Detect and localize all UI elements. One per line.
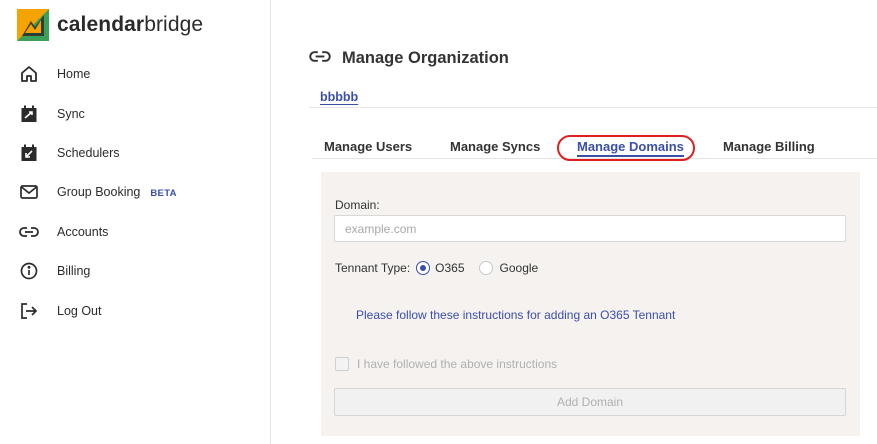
tab-manage-syncs[interactable]: Manage Syncs [450,139,540,154]
sidebar-item-label: Home [57,67,91,81]
sidebar-item-group-booking[interactable]: Group Booking BETA [19,180,176,204]
sidebar-item-home[interactable]: Home [19,62,90,86]
sync-calendar-icon [19,104,39,124]
radio-dot [420,265,427,271]
envelope-icon [19,182,39,202]
link-icon [19,222,39,242]
sidebar-item-accounts[interactable]: Accounts [19,220,108,244]
tab-manage-users[interactable]: Manage Users [324,139,412,154]
confirm-row: I have followed the above instructions [335,357,557,371]
tab-bar: Manage Users Manage Syncs Manage Domains… [312,137,877,159]
tennant-type-label: Tennant Type: [335,261,411,275]
add-domain-panel: Domain: Tennant Type: O365 Google Please… [321,172,860,436]
radio-o365-label: O365 [435,261,465,275]
sidebar-item-label: Group Booking BETA [57,185,177,199]
domain-label: Domain: [335,198,380,212]
instructions-link[interactable]: Please follow these instructions for add… [356,308,675,322]
sidebar-item-sync[interactable]: Sync [19,102,85,126]
logout-icon [19,301,39,321]
tab-manage-domains[interactable]: Manage Domains [577,139,684,157]
page-title-text: Manage Organization [342,49,509,67]
logo-wordmark: calendarbridge [57,13,204,36]
home-icon [19,64,39,84]
main-content: Manage Organization bbbbb Manage Users M… [272,0,877,444]
radio-google-label: Google [499,261,539,275]
info-icon [19,261,39,281]
sidebar-item-schedulers[interactable]: Schedulers [19,141,120,165]
confirm-label: I have followed the above instructions [357,357,558,371]
sidebar-item-label: Billing [57,264,91,278]
radio-o365[interactable] [416,261,431,275]
sidebar-item-label: Log Out [57,304,102,318]
link-icon [309,50,331,68]
organization-name-link[interactable]: bbbbb [320,90,358,104]
divider [309,107,877,108]
page-title: Manage Organization [309,49,509,68]
group-booking-label: Group Booking [57,185,141,199]
logo-mark-icon [17,9,49,41]
confirm-checkbox[interactable] [335,357,349,371]
sidebar-item-label: Schedulers [57,146,120,160]
sidebar-item-label: Sync [57,107,85,121]
tennant-type-row: Tennant Type: O365 Google [335,261,538,275]
domain-input[interactable] [334,215,846,242]
add-domain-button[interactable]: Add Domain [334,388,846,416]
tab-manage-billing[interactable]: Manage Billing [723,139,815,154]
radio-google[interactable] [478,261,493,275]
sidebar-item-billing[interactable]: Billing [19,259,90,283]
sidebar-item-logout[interactable]: Log Out [19,299,101,323]
sidebar-item-label: Accounts [57,225,109,239]
sidebar: calendarbridge Home Sync Schedulers Grou… [0,0,271,444]
calendarbridge-logo[interactable]: calendarbridge [17,9,203,41]
scheduler-calendar-icon [19,143,39,163]
beta-badge: BETA [150,188,177,199]
